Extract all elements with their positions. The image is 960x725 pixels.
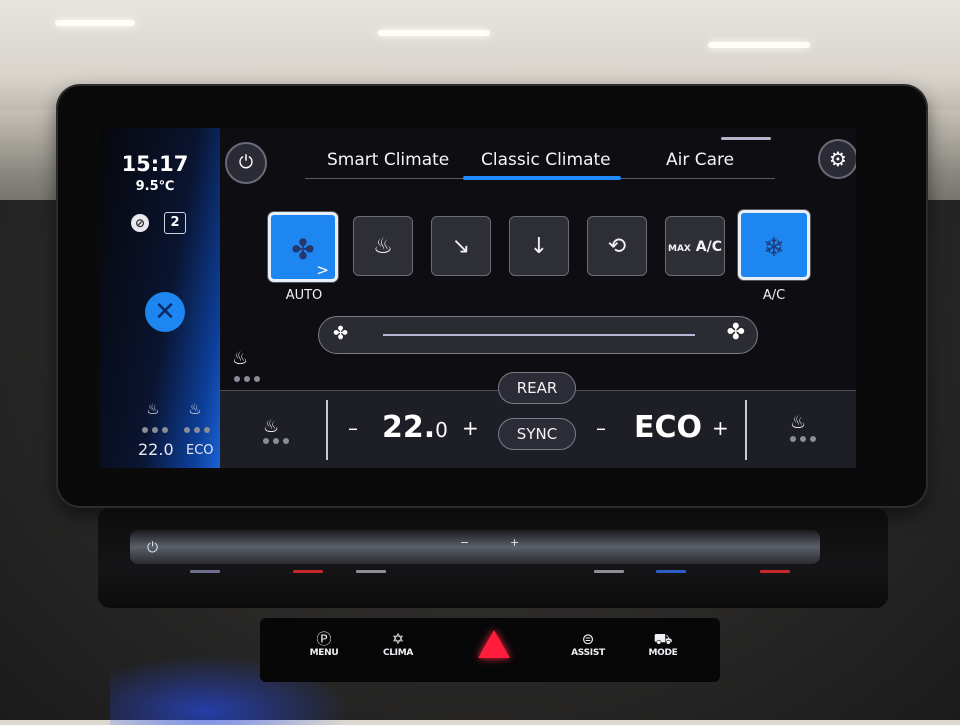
active-tab-indicator xyxy=(463,176,621,180)
indicator-light xyxy=(190,570,220,573)
driver-temp-mini: 22.0 xyxy=(138,440,174,459)
menu-label: MENU xyxy=(309,648,339,658)
fan-icon: ✤ xyxy=(291,233,315,266)
seat-vent-icon[interactable]: ♨ xyxy=(182,400,208,422)
tab-smart-climate[interactable]: Smart Climate xyxy=(327,150,449,170)
ceiling-light xyxy=(708,42,810,48)
climate-tabs: Smart Climate Classic Climate Air Care xyxy=(305,128,775,182)
ceiling-light xyxy=(55,20,135,26)
ceiling-light xyxy=(378,30,490,36)
auto-label: AUTO xyxy=(285,288,323,303)
max-ac-button[interactable]: MAX A/C xyxy=(665,216,725,276)
airflow-feet-button[interactable]: ↓ xyxy=(509,216,569,276)
seat-heat-icon[interactable]: ♨ xyxy=(140,400,166,422)
climate-icon: ✡ xyxy=(391,630,405,648)
airflow-upper-body-icon: ↘ xyxy=(451,234,471,259)
recirculation-off-icon: ⊘ xyxy=(131,214,149,232)
driver-temp-plus[interactable]: + xyxy=(462,416,479,440)
assist-button[interactable]: ⊜ ASSIST xyxy=(558,630,618,658)
driver-temp-value: 22.0 xyxy=(382,410,448,445)
windshield-defrost-button[interactable]: ♨ xyxy=(353,216,413,276)
hazard-button[interactable] xyxy=(478,630,510,658)
parking-icon: Ⓟ xyxy=(316,630,332,648)
rear-seat-level xyxy=(234,376,260,382)
max-ac-icon: A/C xyxy=(695,239,722,255)
infotainment-screen: 15:17 9.5℃ ⊘ 2 ✕ ♨ 22.0 ♨ ECO ⏻ Smart Cl… xyxy=(100,128,856,468)
tab-air-care[interactable]: Air Care xyxy=(666,150,734,170)
fan-speed-slider[interactable]: ✤ ✤ xyxy=(318,316,758,354)
clima-label: CLIMA xyxy=(382,648,414,658)
outside-temperature: 9.5℃ xyxy=(135,179,175,194)
driver-seat-heat-icon[interactable]: ♨ xyxy=(263,416,279,437)
clock: 15:17 xyxy=(121,152,189,176)
chevron-right-icon: > xyxy=(316,261,329,279)
indicator-light xyxy=(760,570,790,573)
car-mode-icon: ⛟ xyxy=(653,630,673,648)
airflow-upper-button[interactable]: ↘ xyxy=(431,216,491,276)
clima-button[interactable]: ✡ CLIMA xyxy=(368,630,428,658)
assist-label: ASSIST xyxy=(571,648,605,658)
touch-slider-strip[interactable] xyxy=(130,530,820,564)
auto-button[interactable]: ✤ > xyxy=(268,212,338,282)
passenger-temp-plus[interactable]: + xyxy=(712,416,729,440)
notification-badge: 2 xyxy=(164,212,186,234)
driver-temp-minus[interactable]: – xyxy=(348,416,358,440)
airflow-feet-icon: ↓ xyxy=(529,234,549,259)
indicator-light xyxy=(293,570,323,573)
fan-low-icon: ✤ xyxy=(333,323,349,344)
menu-button[interactable]: Ⓟ MENU xyxy=(294,630,354,658)
tab-classic-climate[interactable]: Classic Climate xyxy=(481,150,611,170)
power-touch-icon[interactable]: ⏻ xyxy=(147,540,158,556)
indicator-light xyxy=(656,570,686,573)
drag-handle[interactable] xyxy=(721,137,771,140)
volume-plus[interactable]: + xyxy=(510,536,519,549)
rear-button[interactable]: REAR xyxy=(498,372,576,404)
fan-speed-track[interactable] xyxy=(383,334,695,336)
ac-label: A/C xyxy=(762,288,786,303)
passenger-temp-value: ECO xyxy=(634,410,703,445)
indicator-light xyxy=(594,570,624,573)
driver-seat-heat-level xyxy=(263,438,289,444)
driver-temp-decimal: 0 xyxy=(435,418,448,442)
max-ac-prefix: MAX xyxy=(668,244,691,254)
status-sidebar: 15:17 9.5℃ ⊘ 2 ✕ ♨ 22.0 ♨ ECO xyxy=(100,128,220,468)
passenger-seat-level xyxy=(184,427,210,433)
windshield-defrost-icon: ♨ xyxy=(373,234,393,259)
indicator-light xyxy=(356,570,386,573)
volume-minus[interactable]: − xyxy=(460,536,469,549)
recirculation-button[interactable]: ⟲ xyxy=(587,216,647,276)
settings-button[interactable]: ⚙ xyxy=(818,139,856,179)
mode-button[interactable]: ⛟ MODE xyxy=(633,630,693,658)
snowflake-icon: ❄ xyxy=(763,233,785,263)
divider xyxy=(745,400,747,460)
driver-temp-integer: 22. xyxy=(382,410,436,445)
rear-seat-heat-icon[interactable]: ♨ xyxy=(232,348,248,369)
sync-button[interactable]: SYNC xyxy=(498,418,576,450)
passenger-temp-minus[interactable]: – xyxy=(596,416,606,440)
close-button[interactable]: ✕ xyxy=(145,292,185,332)
power-button[interactable]: ⏻ xyxy=(225,142,267,184)
divider xyxy=(326,400,328,460)
passenger-temp-mini: ECO xyxy=(186,443,214,458)
assist-icon: ⊜ xyxy=(581,630,595,648)
driver-seat-level xyxy=(142,427,168,433)
ac-button[interactable]: ❄ xyxy=(738,210,810,280)
passenger-seat-heat-level xyxy=(790,436,816,442)
fan-high-icon: ✤ xyxy=(726,320,745,345)
mode-label: MODE xyxy=(648,648,678,658)
passenger-seat-heat-icon[interactable]: ♨ xyxy=(790,412,806,433)
car-recirculation-icon: ⟲ xyxy=(607,234,627,259)
